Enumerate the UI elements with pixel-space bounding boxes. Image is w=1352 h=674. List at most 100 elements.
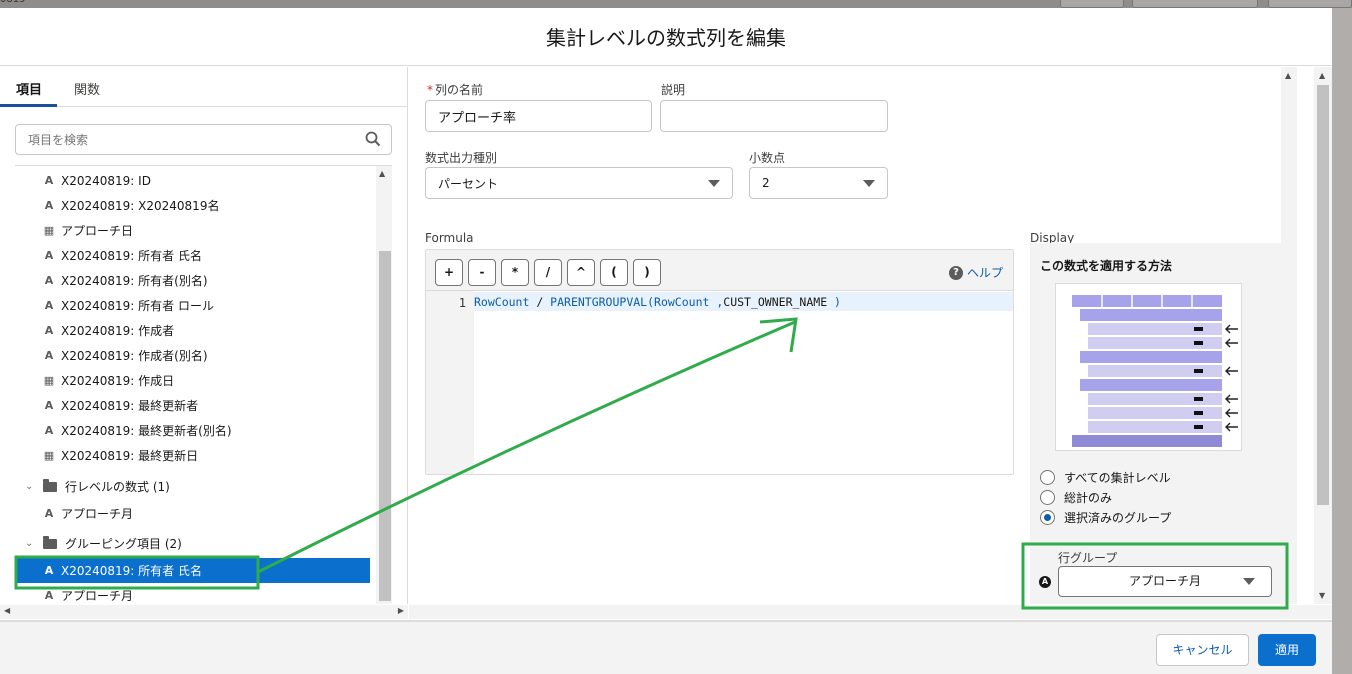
scroll-up-arrow-icon[interactable]: ▲ xyxy=(1319,71,1325,80)
text-field-icon: A xyxy=(44,589,54,602)
group-grouping-fields[interactable]: ⌄ グルーピング項目 (2) xyxy=(15,531,375,556)
formula-code[interactable]: RowCount / PARENTGROUPVAL(RowCount ,CUST… xyxy=(474,295,841,309)
help-link[interactable]: ? ヘルプ xyxy=(948,264,1003,281)
multiply-operator-button[interactable]: * xyxy=(501,259,529,286)
scrollbar-thumb[interactable] xyxy=(379,251,391,601)
modal-footer: キャンセル 適用 xyxy=(0,620,1332,674)
field-label: X20240819: 所有者(別名) xyxy=(61,274,208,288)
code-token: RowCount xyxy=(474,295,530,309)
text-field-icon: A xyxy=(44,324,54,337)
power-operator-button[interactable]: ^ xyxy=(567,259,595,286)
text-field-icon: A xyxy=(44,424,54,437)
text-field-icon: A xyxy=(44,299,54,312)
field-item[interactable]: A X20240819: 作成者 xyxy=(15,318,375,343)
code-token: PARENTGROUPVAL(RowCount , xyxy=(550,295,724,309)
radio-button-checked[interactable] xyxy=(1040,510,1055,525)
radio-label: 総計のみ xyxy=(1064,491,1113,505)
open-paren-button[interactable]: ( xyxy=(600,259,628,286)
field-label: X20240819: 最終更新者 xyxy=(61,399,199,413)
field-item[interactable]: A X20240819: 最終更新者 xyxy=(15,393,375,418)
radio-button[interactable] xyxy=(1040,470,1055,485)
radio-selected-groups[interactable]: 選択済みのグループ xyxy=(1040,509,1171,526)
field-label: X20240819: 作成日 xyxy=(61,374,175,388)
radio-grand-total[interactable]: 総計のみ xyxy=(1040,489,1112,506)
text-field-icon: A xyxy=(44,274,54,287)
field-item[interactable]: ▦ X20240819: 最終更新日 xyxy=(15,443,375,468)
scroll-down-arrow-icon[interactable]: ▼ xyxy=(1319,591,1325,600)
field-label: X20240819: ID xyxy=(61,173,151,188)
field-list-scrollbar[interactable]: ▲ xyxy=(376,166,392,604)
tab-functions[interactable]: 関数 xyxy=(74,79,100,98)
field-item[interactable]: A X20240819: 所有者(別名) xyxy=(15,268,375,293)
scrollbar-thumb[interactable] xyxy=(1317,85,1329,505)
field-label: X20240819: 最終更新日 xyxy=(61,449,199,463)
code-token: ) xyxy=(827,295,841,309)
scroll-up-arrow-icon[interactable]: ▲ xyxy=(379,169,385,178)
field-item[interactable]: A X20240819: 最終更新者(別名) xyxy=(15,418,375,443)
decimal-select[interactable]: 2 xyxy=(749,167,888,199)
apply-button[interactable]: 適用 xyxy=(1258,634,1316,666)
text-field-icon: A xyxy=(44,507,54,520)
content-scrollbar[interactable]: ▲ ▼ xyxy=(1314,67,1332,604)
picker-tabs: 項目 関数 xyxy=(0,67,408,107)
calendar-icon: ▦ xyxy=(43,224,55,237)
text-field-icon: A xyxy=(44,564,54,577)
field-item[interactable]: A アプローチ月 xyxy=(15,583,375,604)
divide-operator-button[interactable]: / xyxy=(534,259,562,286)
field-item[interactable]: A X20240819: X20240819名 xyxy=(15,193,375,218)
inner-scrollbar[interactable]: ▲ xyxy=(1281,67,1297,604)
field-item[interactable]: ▦ アプローチ日 xyxy=(15,218,375,243)
text-field-icon: A xyxy=(44,399,54,412)
minus-operator-button[interactable]: - xyxy=(468,259,496,286)
edit-formula-modal: 集計レベルの数式列を編集 項目 関数 A X20240819: ID A X2024… xyxy=(0,8,1332,674)
description-label: 説明 xyxy=(661,83,686,97)
background-button xyxy=(1268,0,1352,8)
field-picker-pane: 項目 関数 A X20240819: ID A X20240819: X202408… xyxy=(0,67,408,619)
text-field-icon: A xyxy=(44,174,54,187)
field-item[interactable]: A X20240819: 作成者(別名) xyxy=(15,343,375,368)
field-label: X20240819: 作成者(別名) xyxy=(61,349,208,363)
group-row-formulas[interactable]: ⌄ 行レベルの数式 (1) xyxy=(15,474,375,499)
help-label: ヘルプ xyxy=(966,266,1003,280)
text-field-icon: A xyxy=(44,199,54,212)
decimal-value: 2 xyxy=(762,176,770,190)
column-name-input[interactable]: アプローチ率 xyxy=(425,100,652,132)
code-token: CUST_OWNER_NAME xyxy=(723,295,828,309)
field-item[interactable]: A X20240819: 所有者 氏名 xyxy=(15,243,375,268)
close-paren-button[interactable]: ) xyxy=(633,259,661,286)
field-item-selected[interactable]: A X20240819: 所有者 氏名 xyxy=(15,558,370,583)
radio-label: 選択済みのグループ xyxy=(1064,511,1172,525)
field-search-box xyxy=(15,124,392,155)
summary-levels-diagram xyxy=(1072,295,1238,447)
description-input[interactable] xyxy=(660,100,888,132)
tab-fields[interactable]: 項目 xyxy=(16,79,42,98)
field-item[interactable]: A X20240819: 所有者 ロール xyxy=(15,293,375,318)
code-token: / xyxy=(529,295,551,309)
plus-operator-button[interactable]: + xyxy=(435,259,463,286)
horizontal-scrollbar[interactable] xyxy=(409,605,1332,619)
field-search-input[interactable] xyxy=(16,125,346,154)
chevron-down-icon: ⌄ xyxy=(25,481,34,492)
field-label: X20240819: 所有者 ロール xyxy=(61,299,214,313)
field-item[interactable]: ▦ X20240819: 作成日 xyxy=(15,368,375,393)
field-label: X20240819: 作成者 xyxy=(61,324,175,338)
group-label: 行レベルの数式 (1) xyxy=(65,480,170,494)
display-title: この数式を適用する方法 xyxy=(1040,259,1173,273)
cancel-button[interactable]: キャンセル xyxy=(1156,634,1249,666)
horizontal-scrollbar[interactable]: ◀ ▶ xyxy=(0,605,408,619)
scroll-left-arrow-icon[interactable]: ◀ xyxy=(4,606,10,615)
radio-button[interactable] xyxy=(1040,490,1055,505)
field-item[interactable]: A X20240819: ID xyxy=(15,168,375,193)
scroll-up-arrow-icon[interactable]: ▲ xyxy=(1285,71,1291,80)
field-label: X20240819: 所有者 氏名 xyxy=(61,564,202,578)
formula-editor[interactable]: + - * / ^ ( ) ? ヘルプ 1 RowCount / PARENTGR… xyxy=(425,249,1014,475)
field-item[interactable]: A アプローチ月 xyxy=(15,501,375,526)
folder-icon xyxy=(43,478,57,492)
line-gutter xyxy=(426,291,474,474)
search-icon[interactable] xyxy=(365,131,381,147)
modal-title: 集計レベルの数式列を編集 xyxy=(546,26,786,50)
radio-all-levels[interactable]: すべての集計レベル xyxy=(1040,469,1171,486)
row-group-select[interactable]: アプローチ月 xyxy=(1058,566,1272,597)
scroll-right-arrow-icon[interactable]: ▶ xyxy=(398,606,404,615)
output-type-select[interactable]: パーセント xyxy=(425,167,733,199)
